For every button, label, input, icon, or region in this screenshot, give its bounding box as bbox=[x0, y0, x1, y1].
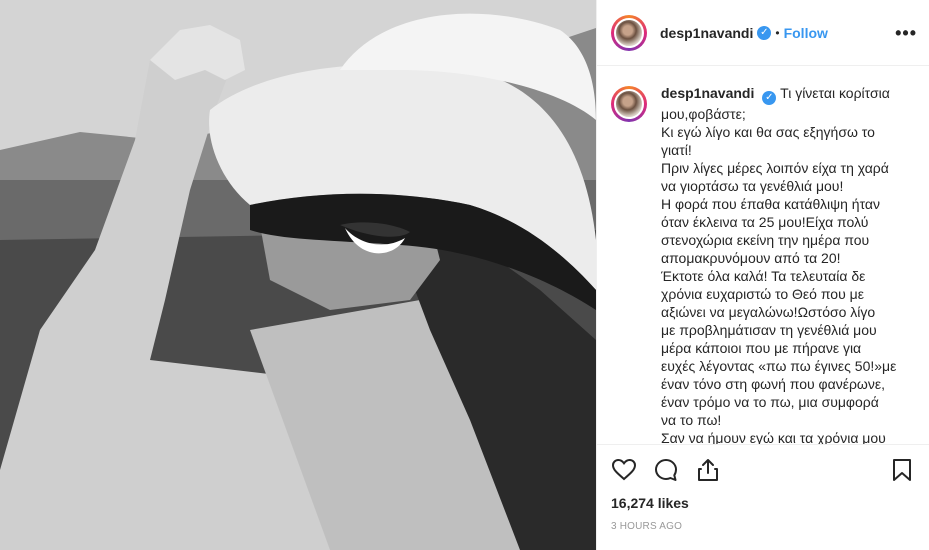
caption-text: Έκτοτε όλα καλά! Τα τελευταία δε bbox=[661, 268, 866, 284]
heart-icon[interactable] bbox=[611, 457, 637, 483]
avatar-image bbox=[614, 17, 644, 48]
caption-text: όταν έκλεινα τα 25 μου!Είχα πολύ bbox=[661, 214, 869, 230]
caption-first-line: desp1navandi ✓ Τι γίνεται κορίτσια bbox=[661, 84, 915, 105]
caption-text: ευχές λέγοντας «πω πω έγινες 50!»με bbox=[661, 358, 897, 374]
post-timestamp[interactable]: 3 HOURS AGO bbox=[611, 521, 915, 532]
caption-text: μου,φοβάστε; bbox=[661, 106, 746, 122]
caption-author-avatar[interactable] bbox=[611, 86, 647, 122]
verified-badge-icon: ✓ bbox=[762, 91, 777, 105]
more-options-icon[interactable]: ••• bbox=[895, 24, 917, 42]
caption-text: Πριν λίγες μέρες λοιπόν είχα τη χαρά bbox=[661, 160, 889, 176]
post-header: desp1navandi ✓ • Follow ••• bbox=[597, 0, 929, 66]
author-username[interactable]: desp1navandi bbox=[660, 25, 753, 41]
share-icon[interactable] bbox=[695, 457, 721, 483]
caption-text: γιατί! bbox=[661, 142, 692, 158]
avatar-image bbox=[614, 89, 644, 119]
caption-text: μέρα κάποιοι που με πήρανε για bbox=[661, 340, 862, 356]
post-actions: 16,274 likes 3 HOURS AGO bbox=[597, 444, 929, 550]
bookmark-icon[interactable] bbox=[889, 457, 915, 483]
header-separator: • bbox=[775, 25, 780, 40]
caption-text: χρόνια ευχαριστώ το Θεό που με bbox=[661, 286, 864, 302]
post-sidebar: desp1navandi ✓ • Follow ••• desp1navandi… bbox=[596, 0, 929, 550]
author-avatar[interactable] bbox=[611, 14, 647, 51]
caption-text: Σαν να ήμουν εγώ και τα χρόνια μου bbox=[661, 430, 886, 444]
caption-text: στενοχώρια εκείνη την ημέρα που bbox=[661, 232, 870, 248]
action-icons bbox=[611, 453, 915, 487]
caption-text: έναν τόνο στη φωνή που φανέρωνε, bbox=[661, 376, 885, 392]
caption-text: έναν τρόμο να το πω, μια συμφορά bbox=[661, 394, 879, 410]
caption-text: αξιώνει να μεγαλώνω!Ωστόσο λίγο bbox=[661, 304, 876, 320]
caption-text: να γιορτάσω τα γενέθλιά μου! bbox=[661, 178, 844, 194]
verified-badge-icon: ✓ bbox=[757, 25, 772, 40]
caption-text: Η φορά που έπαθα κατάθλιψη ήταν bbox=[661, 196, 881, 212]
caption-text: Τι γίνεται κορίτσια bbox=[780, 85, 890, 101]
caption-text: με προβλημάτισαν τη γενέθλιά μου bbox=[661, 322, 877, 338]
likes-count[interactable]: 16,274 likes bbox=[611, 495, 915, 511]
caption-text: απομακρυνόμουν από τα 20! bbox=[661, 250, 841, 266]
caption-text: να το πω! bbox=[661, 412, 722, 428]
instagram-post: desp1navandi ✓ • Follow ••• desp1navandi… bbox=[0, 0, 929, 550]
caption-username[interactable]: desp1navandi bbox=[661, 85, 754, 101]
caption: desp1navandi ✓ Τι γίνεται κορίτσια μου,φ… bbox=[661, 84, 915, 444]
comment-icon[interactable] bbox=[653, 457, 679, 483]
post-photo[interactable] bbox=[0, 0, 596, 550]
follow-button[interactable]: Follow bbox=[784, 25, 828, 41]
caption-text: Κι εγώ λίγο και θα σας εξηγήσω το bbox=[661, 124, 875, 140]
photo-illustration bbox=[0, 0, 596, 550]
comments-area[interactable]: desp1navandi ✓ Τι γίνεται κορίτσια μου,φ… bbox=[597, 66, 929, 444]
